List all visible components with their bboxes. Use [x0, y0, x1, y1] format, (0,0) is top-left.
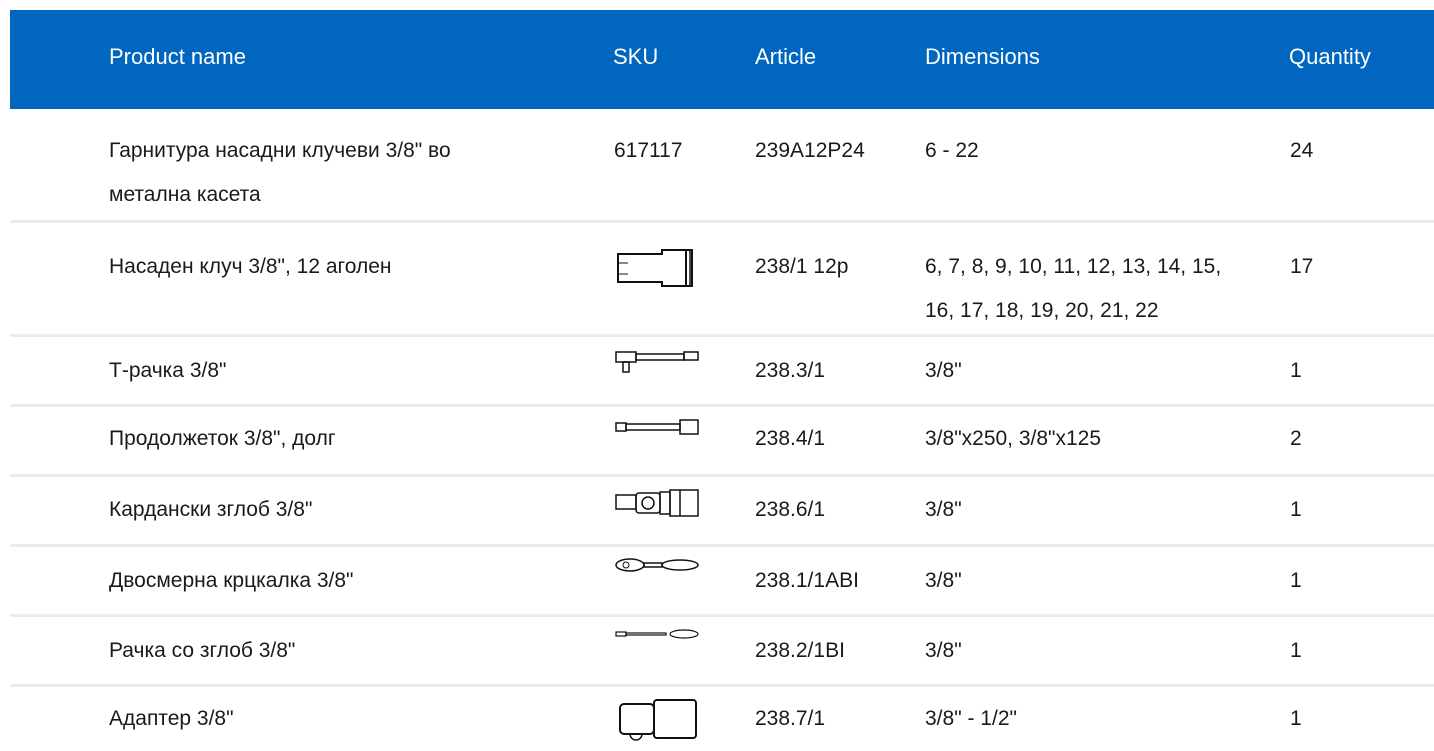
- quantity-value: 17: [1290, 255, 1314, 278]
- quantity-value: 1: [1290, 569, 1302, 592]
- product-name: Рачка со зглоб 3/8": [109, 639, 296, 662]
- quantity-value: 1: [1290, 498, 1302, 521]
- dimensions-value: 3/8": [925, 569, 962, 592]
- article-value: 238.4/1: [755, 427, 826, 450]
- article-value: 238.7/1: [755, 707, 826, 730]
- table-row: Гарнитура насадни клучеви 3/8" во металн…: [10, 109, 1434, 223]
- socket-icon: [614, 247, 700, 289]
- product-name: Продолжеток 3/8", долг: [109, 427, 336, 450]
- product-name: Гарнитура насадни клучеви 3/8" во металн…: [109, 139, 451, 206]
- dimensions-value: 3/8": [925, 359, 962, 382]
- quantity-value: 1: [1290, 707, 1302, 730]
- quantity-value: 1: [1290, 359, 1302, 382]
- product-name: Двосмерна крцкалка 3/8": [109, 569, 354, 592]
- universal-joint-icon: [614, 488, 700, 518]
- header-quantity: Quantity: [1289, 44, 1371, 69]
- article-value: 238.6/1: [755, 498, 826, 521]
- table-row: Двосмерна крцкалка 3/8" 238.1/1ABI 3/8" …: [10, 547, 1434, 617]
- quantity-value: 1: [1290, 639, 1302, 662]
- table-row: Кардански зглоб 3/8" 238.6/1 3/8" 1: [10, 477, 1434, 547]
- table-header: Product name SKU Article Dimensions Quan…: [10, 10, 1434, 109]
- sku-value: 617117: [614, 139, 683, 162]
- dimensions-value: 3/8" - 1/2": [925, 707, 1017, 730]
- table-row: Адаптер 3/8" 238.7/1 3/8" - 1/2" 1: [10, 687, 1434, 747]
- hinged-handle-icon: [614, 627, 700, 641]
- table-row: Т-рачка 3/8" 238.3/1 3/8" 1: [10, 337, 1434, 407]
- products-table: Product name SKU Article Dimensions Quan…: [10, 10, 1434, 747]
- header-sku: SKU: [613, 44, 659, 69]
- article-value: 238/1 12p: [755, 255, 849, 278]
- dimensions-value: 3/8": [925, 639, 962, 662]
- table-row: Рачка со зглоб 3/8" 238.2/1BI 3/8" 1: [10, 617, 1434, 687]
- product-name: Кардански зглоб 3/8": [109, 498, 313, 521]
- article-value: 239A12P24: [755, 139, 865, 162]
- product-name: Насаден клуч 3/8", 12 аголен: [109, 255, 392, 278]
- dimensions-value: 3/8": [925, 498, 962, 521]
- article-value: 238.3/1: [755, 359, 826, 382]
- quantity-value: 2: [1290, 427, 1302, 450]
- adapter-icon: [614, 698, 700, 742]
- t-handle-icon: [614, 348, 700, 376]
- table-row: Продолжеток 3/8", долг 238.4/1 3/8"x250,…: [10, 407, 1434, 477]
- article-value: 238.2/1BI: [755, 639, 845, 662]
- table-row: Насаден клуч 3/8", 12 аголен 238/1 12p 6…: [10, 223, 1434, 337]
- product-name: Адаптер 3/8": [109, 707, 234, 730]
- header-dimensions: Dimensions: [925, 44, 1040, 69]
- dimensions-value: 6, 7, 8, 9, 10, 11, 12, 13, 14, 15, 16, …: [925, 255, 1222, 322]
- extension-bar-icon: [614, 418, 700, 438]
- quantity-value: 24: [1290, 139, 1314, 162]
- header-article: Article: [755, 44, 817, 69]
- dimensions-value: 6 - 22: [925, 139, 979, 162]
- product-name: Т-рачка 3/8": [109, 359, 227, 382]
- ratchet-icon: [614, 557, 700, 575]
- article-value: 238.1/1ABI: [755, 569, 859, 592]
- dimensions-value: 3/8"x250, 3/8"x125: [925, 427, 1102, 450]
- header-product-name: Product name: [109, 44, 246, 69]
